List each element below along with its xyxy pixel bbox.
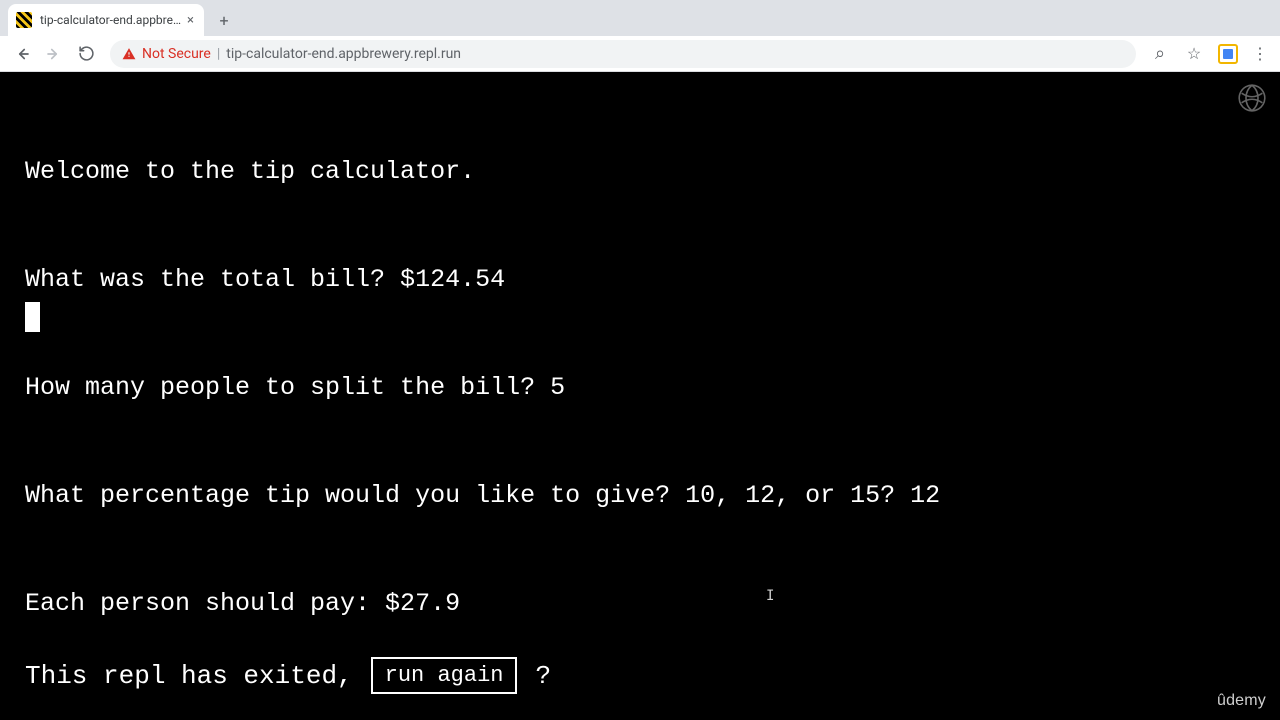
new-tab-button[interactable]: + bbox=[210, 6, 238, 34]
close-tab-icon[interactable]: × bbox=[185, 13, 196, 28]
exit-suffix: ? bbox=[535, 661, 551, 691]
not-secure-icon bbox=[122, 47, 136, 61]
repl-exit-bar: This repl has exited, run again ? bbox=[25, 657, 551, 694]
address-bar[interactable]: Not Secure | tip-calculator-end.appbrewe… bbox=[110, 40, 1136, 68]
arrow-left-icon bbox=[13, 45, 31, 63]
terminal-line: Each person should pay: $27.9 bbox=[25, 586, 1260, 622]
terminal-line: How many people to split the bill? 5 bbox=[25, 370, 1260, 406]
reload-button[interactable] bbox=[72, 40, 100, 68]
terminal-line: What percentage tip would you like to gi… bbox=[25, 478, 1260, 514]
not-secure-label: Not Secure bbox=[142, 46, 211, 62]
forward-button[interactable] bbox=[40, 40, 68, 68]
arrow-right-icon bbox=[45, 45, 63, 63]
bookmark-button[interactable]: ☆ bbox=[1180, 40, 1208, 68]
ibeam-cursor-icon: 𝙸 bbox=[766, 588, 774, 604]
zoom-search-button[interactable]: ⌕ bbox=[1146, 40, 1174, 68]
reload-icon bbox=[78, 45, 95, 62]
extension-icon bbox=[1218, 44, 1238, 64]
tab-title: tip-calculator-end.appbrewery.r bbox=[40, 13, 185, 27]
page-url: tip-calculator-end.appbrewery.repl.run bbox=[226, 46, 461, 62]
terminal-page: Welcome to the tip calculator. What was … bbox=[0, 72, 1280, 720]
magnify-icon: ⌕ bbox=[1155, 43, 1165, 64]
chrome-menu-button[interactable]: ⋮ bbox=[1248, 44, 1272, 63]
terminal-line: What was the total bill? $124.54 bbox=[25, 262, 1260, 298]
omnibox-separator: | bbox=[217, 46, 220, 62]
browser-tab[interactable]: tip-calculator-end.appbrewery.r × bbox=[8, 4, 204, 36]
exit-message: This repl has exited, bbox=[25, 661, 353, 691]
udemy-watermark: ûdemy bbox=[1217, 692, 1266, 710]
browser-toolbar: Not Secure | tip-calculator-end.appbrewe… bbox=[0, 36, 1280, 72]
kebab-icon: ⋮ bbox=[1252, 44, 1268, 63]
extension-button[interactable] bbox=[1214, 40, 1242, 68]
run-again-button[interactable]: run again bbox=[371, 657, 518, 694]
star-icon: ☆ bbox=[1187, 44, 1201, 63]
tab-favicon bbox=[16, 12, 32, 28]
plus-icon: + bbox=[219, 11, 228, 30]
back-button[interactable] bbox=[8, 40, 36, 68]
browser-tab-strip: tip-calculator-end.appbrewery.r × + bbox=[0, 0, 1280, 36]
terminal-line: Welcome to the tip calculator. bbox=[25, 154, 1260, 190]
terminal-output: Welcome to the tip calculator. What was … bbox=[25, 82, 1260, 694]
terminal-cursor bbox=[25, 302, 40, 332]
